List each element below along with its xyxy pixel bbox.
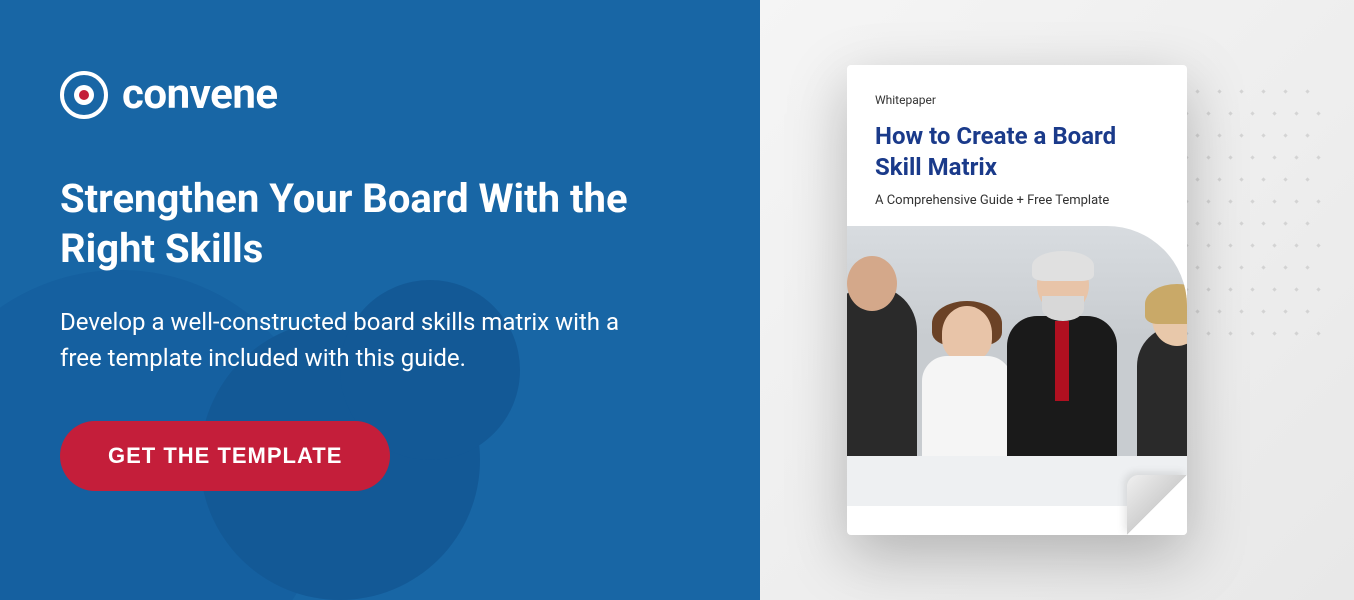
page-curl-icon bbox=[1127, 475, 1187, 535]
card-subtitle: A Comprehensive Guide + Free Template bbox=[875, 193, 1159, 208]
hero-subcopy: Develop a well-constructed board skills … bbox=[60, 304, 620, 376]
brand-logo: convene bbox=[60, 70, 700, 119]
left-panel: convene Strengthen Your Board With the R… bbox=[0, 0, 760, 600]
hero-headline: Strengthen Your Board With the Right Ski… bbox=[60, 174, 700, 274]
card-title: How to Create a Board Skill Matrix bbox=[875, 121, 1159, 183]
right-panel: // generate a diamond dot grid inline vi… bbox=[760, 0, 1354, 600]
card-label: Whitepaper bbox=[875, 93, 1159, 107]
card-cover-image bbox=[847, 226, 1187, 506]
get-template-button[interactable]: GET THE TEMPLATE bbox=[60, 421, 390, 491]
brand-name: convene bbox=[122, 70, 278, 119]
promo-banner: convene Strengthen Your Board With the R… bbox=[0, 0, 1354, 600]
card-header: Whitepaper How to Create a Board Skill M… bbox=[847, 65, 1187, 226]
logo-icon bbox=[60, 71, 108, 119]
whitepaper-card: Whitepaper How to Create a Board Skill M… bbox=[847, 65, 1187, 535]
